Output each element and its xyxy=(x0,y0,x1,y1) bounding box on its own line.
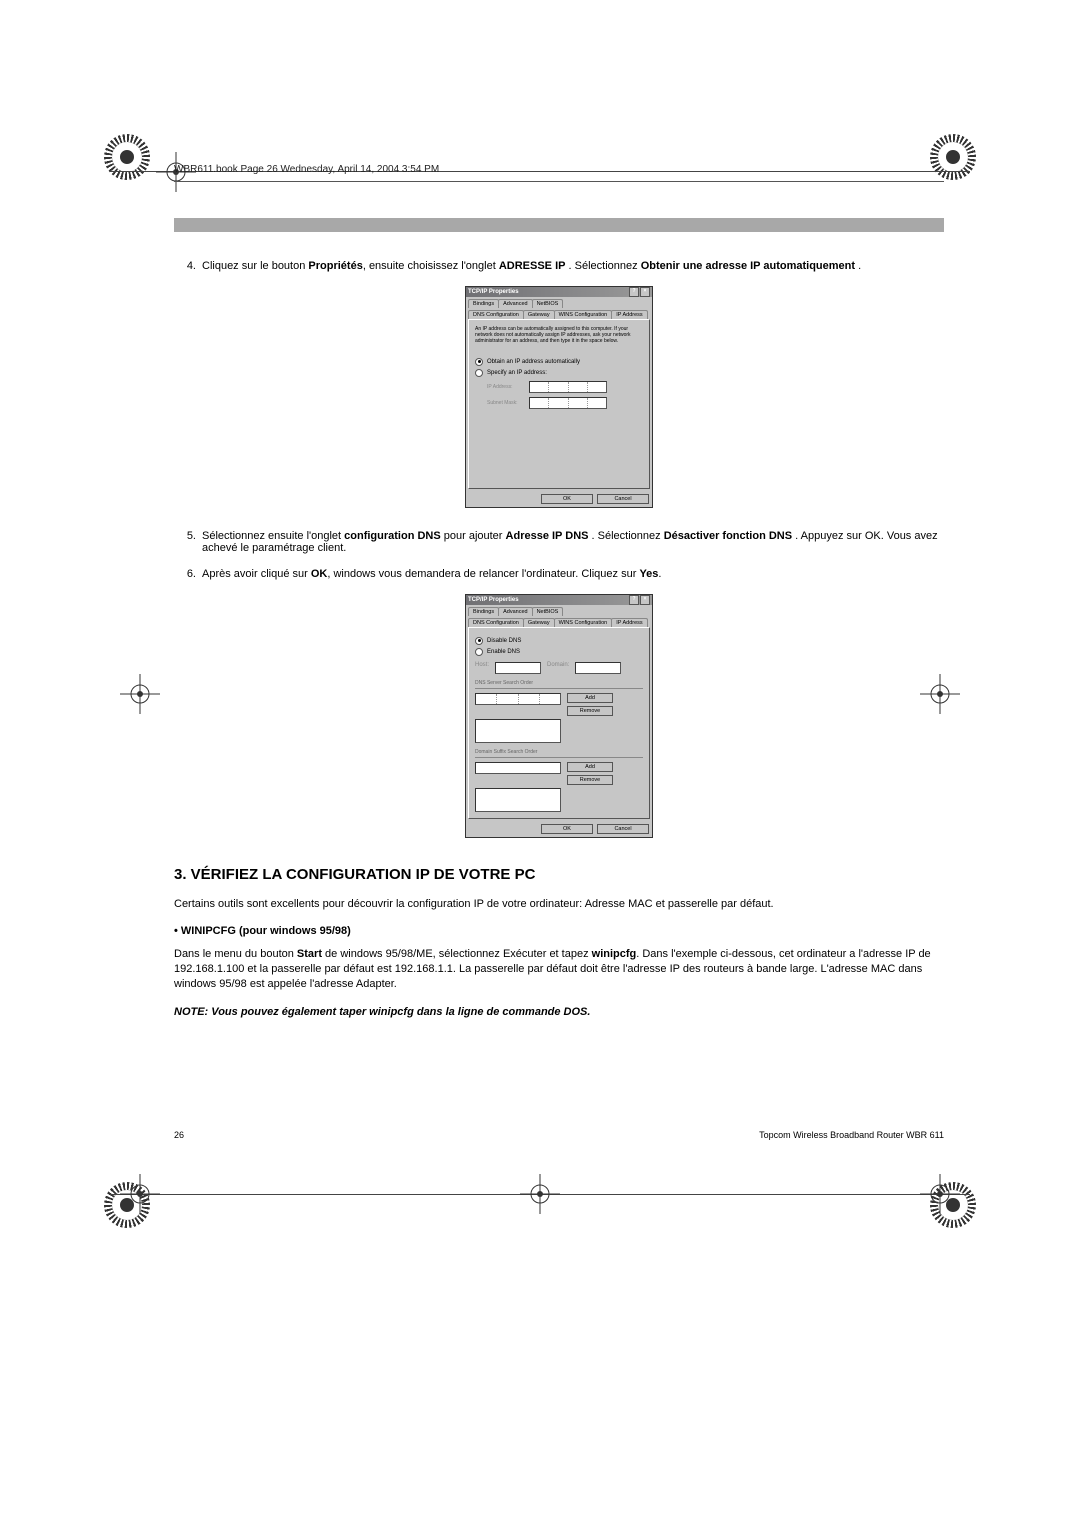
radio-disable-dns[interactable]: Disable DNS xyxy=(475,637,643,645)
radio-icon xyxy=(475,648,483,656)
tab-row-2: DNS Configuration Gateway WINS Configura… xyxy=(466,616,652,627)
list-number: 5. xyxy=(174,530,202,554)
ip-address-field: IP Address: xyxy=(487,381,643,393)
cancel-button[interactable]: Cancel xyxy=(597,824,649,834)
suffix-search-order-label: Domain Suffix Search Order xyxy=(475,749,643,755)
add-button[interactable]: Add xyxy=(567,693,613,703)
radio-icon xyxy=(475,369,483,377)
product-name: Topcom Wireless Broadband Router WBR 611 xyxy=(759,1130,944,1140)
list-item: 4. Cliquez sur le bouton Propriétés, ens… xyxy=(174,260,944,272)
registration-ring xyxy=(930,1182,976,1228)
list-item: 6. Après avoir cliqué sur OK, windows vo… xyxy=(174,568,944,580)
paragraph: Certains outils sont excellents pour déc… xyxy=(174,897,944,912)
header-rule xyxy=(174,181,944,182)
tab-row-1: Bindings Advanced NetBIOS xyxy=(466,605,652,616)
list-body: Sélectionnez ensuite l'onglet configurat… xyxy=(202,530,944,554)
cancel-button[interactable]: Cancel xyxy=(597,494,649,504)
radio-obtain-auto[interactable]: Obtain an IP address automatically xyxy=(475,358,643,366)
dns-server-list[interactable] xyxy=(475,719,561,743)
note: NOTE: Vous pouvez également taper winipc… xyxy=(174,1006,944,1018)
paragraph: Dans le menu du bouton Start de windows … xyxy=(174,947,944,992)
tab-netbios[interactable]: NetBIOS xyxy=(532,607,564,616)
close-icon[interactable]: × xyxy=(640,287,650,297)
dialog-titlebar: TCP/IP Properties ? × xyxy=(466,287,652,297)
ok-button[interactable]: OK xyxy=(541,494,593,504)
list-number: 4. xyxy=(174,260,202,272)
tab-row-1: Bindings Advanced NetBIOS xyxy=(466,297,652,308)
help-icon[interactable]: ? xyxy=(629,595,639,605)
registration-ring xyxy=(104,134,150,180)
tab-ip-address[interactable]: IP Address xyxy=(611,618,648,627)
tab-gateway[interactable]: Gateway xyxy=(523,618,555,627)
dialog-title: TCP/IP Properties xyxy=(468,597,519,603)
cross-mark xyxy=(118,672,162,716)
subnet-mask-field: Subnet Mask: xyxy=(487,397,643,409)
host-input[interactable] xyxy=(495,662,541,674)
list-number: 6. xyxy=(174,568,202,580)
list-body: Cliquez sur le bouton Propriétés, ensuit… xyxy=(202,260,944,272)
tcpip-properties-dialog: TCP/IP Properties ? × Bindings Advanced … xyxy=(465,286,653,508)
domain-input[interactable] xyxy=(575,662,621,674)
tab-dns-config[interactable]: DNS Configuration xyxy=(468,618,524,627)
list-item: 5. Sélectionnez ensuite l'onglet configu… xyxy=(174,530,944,554)
tab-ip-address[interactable]: IP Address xyxy=(611,310,648,319)
close-icon[interactable]: × xyxy=(640,595,650,605)
registration-ring xyxy=(104,1182,150,1228)
dialog-titlebar: TCP/IP Properties ? × xyxy=(466,595,652,605)
dialog-title: TCP/IP Properties xyxy=(468,289,519,295)
crop-line xyxy=(110,1194,970,1195)
divider xyxy=(475,757,643,758)
tcpip-properties-dns-dialog: TCP/IP Properties ? × Bindings Advanced … xyxy=(465,594,653,838)
tab-wins-config[interactable]: WINS Configuration xyxy=(554,310,613,319)
tab-advanced[interactable]: Advanced xyxy=(498,299,532,308)
remove-button[interactable]: Remove xyxy=(567,706,613,716)
help-icon[interactable]: ? xyxy=(629,287,639,297)
tab-panel: Disable DNS Enable DNS Host: Domain: DNS… xyxy=(468,627,650,819)
radio-specify-ip[interactable]: Specify an IP address: xyxy=(475,369,643,377)
page-content: WBR611.book Page 26 Wednesday, April 14,… xyxy=(174,164,944,1018)
tab-panel: An IP address can be automatically assig… xyxy=(468,319,650,489)
tab-advanced[interactable]: Advanced xyxy=(498,607,532,616)
section-heading: 3. VÉRIFIEZ LA CONFIGURATION IP DE VOTRE… xyxy=(174,866,944,883)
domain-label: Domain: xyxy=(547,662,569,674)
remove-button[interactable]: Remove xyxy=(567,775,613,785)
page-footer: 26 Topcom Wireless Broadband Router WBR … xyxy=(174,1130,944,1140)
ok-button[interactable]: OK xyxy=(541,824,593,834)
suffix-input[interactable] xyxy=(475,762,561,774)
tab-bindings[interactable]: Bindings xyxy=(468,299,499,308)
suffix-list[interactable] xyxy=(475,788,561,812)
radio-icon xyxy=(475,637,483,645)
tab-bindings[interactable]: Bindings xyxy=(468,607,499,616)
radio-icon xyxy=(475,358,483,366)
ip-input[interactable] xyxy=(529,381,607,393)
host-label: Host: xyxy=(475,662,489,674)
tab-row-2: DNS Configuration Gateway WINS Configura… xyxy=(466,308,652,319)
mask-input[interactable] xyxy=(529,397,607,409)
tab-netbios[interactable]: NetBIOS xyxy=(532,299,564,308)
dns-search-order-label: DNS Server Search Order xyxy=(475,680,643,686)
tab-dns-config[interactable]: DNS Configuration xyxy=(468,310,524,319)
tab-wins-config[interactable]: WINS Configuration xyxy=(554,618,613,627)
dns-ip-input[interactable] xyxy=(475,693,561,705)
page-number: 26 xyxy=(174,1130,184,1140)
add-button[interactable]: Add xyxy=(567,762,613,772)
list-body: Après avoir cliqué sur OK, windows vous … xyxy=(202,568,944,580)
bullet-heading: • WINIPCFG (pour windows 95/98) xyxy=(174,925,944,937)
divider xyxy=(475,688,643,689)
tab-gateway[interactable]: Gateway xyxy=(523,310,555,319)
help-text: An IP address can be automatically assig… xyxy=(475,326,643,344)
radio-enable-dns[interactable]: Enable DNS xyxy=(475,648,643,656)
section-bar xyxy=(174,218,944,232)
running-header: WBR611.book Page 26 Wednesday, April 14,… xyxy=(174,164,944,175)
